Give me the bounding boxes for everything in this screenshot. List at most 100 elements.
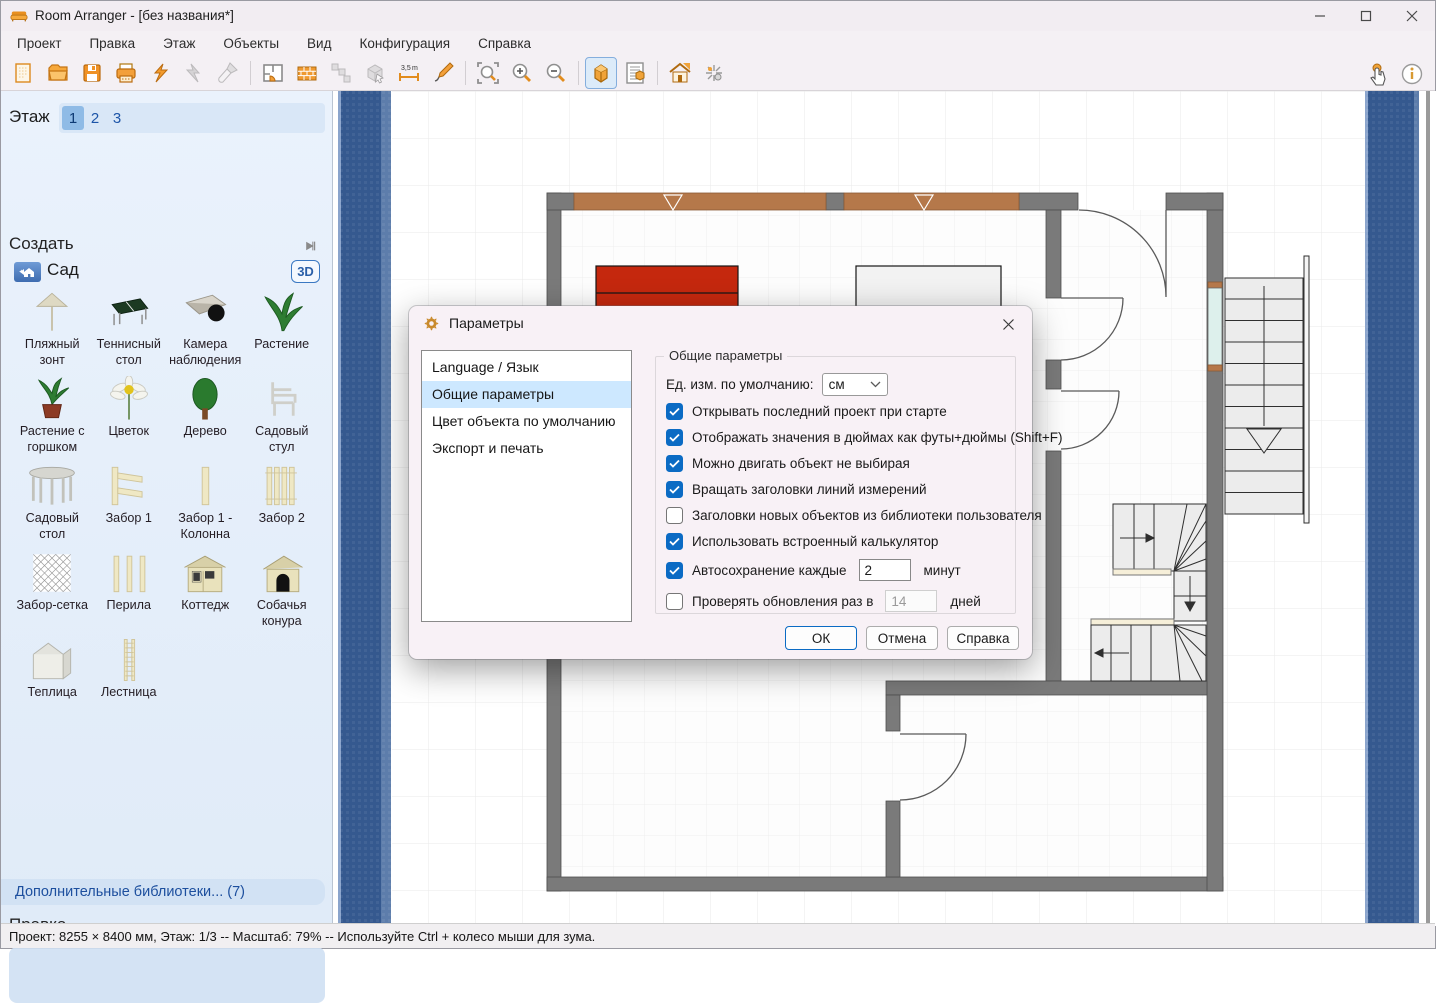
menu-item-1[interactable]: Правка: [75, 31, 149, 56]
library-item-16[interactable]: Теплица: [14, 637, 91, 701]
category-home-button[interactable]: [14, 262, 41, 282]
add-wall-button[interactable]: [291, 57, 323, 89]
zoom-fit-button[interactable]: [472, 57, 504, 89]
menu-item-5[interactable]: Конфигурация: [345, 31, 464, 56]
dialog-button-справка[interactable]: Справка: [947, 626, 1019, 650]
save-project-button[interactable]: [76, 57, 108, 89]
format-brush-button[interactable]: [212, 57, 244, 89]
add-room-button[interactable]: [257, 57, 289, 89]
option-input-6[interactable]: [858, 559, 911, 581]
library-item-6[interactable]: Дерево: [167, 376, 244, 455]
library-item-label: Забор 2: [258, 511, 305, 525]
option-row-3: Вращать заголовки линий измерений: [666, 481, 1009, 498]
checkbox-0[interactable]: [666, 403, 683, 420]
insert-object-button[interactable]: [359, 57, 391, 89]
print-button[interactable]: [110, 57, 142, 89]
dialog-title-bar[interactable]: Параметры: [409, 306, 1032, 342]
about-button[interactable]: [1396, 58, 1428, 90]
menu-item-6[interactable]: Справка: [464, 31, 545, 56]
walkthrough-3d-button[interactable]: [664, 57, 696, 89]
dialog-button-отмена[interactable]: Отмена: [866, 626, 938, 650]
checkbox-5[interactable]: [666, 533, 683, 550]
library-item-3[interactable]: Растение: [244, 289, 321, 368]
option-label-3: Вращать заголовки линий измерений: [692, 482, 927, 497]
library-item-2[interactable]: Камера наблюдения: [167, 289, 244, 368]
camera-thumbnail: [177, 289, 233, 335]
unit-combobox[interactable]: см: [821, 372, 888, 396]
home-icon: [18, 265, 38, 279]
library-item-11[interactable]: Забор 2: [244, 463, 321, 542]
checkbox-3[interactable]: [666, 481, 683, 498]
menu-item-0[interactable]: Проект: [3, 31, 75, 56]
insert-object-icon: [363, 61, 387, 85]
edit-points-button[interactable]: [325, 57, 357, 89]
staircase-straight[interactable]: [1224, 255, 1310, 524]
minimize-button[interactable]: [1297, 1, 1343, 31]
maximize-button[interactable]: [1343, 1, 1389, 31]
library-item-label: Камера наблюдения: [169, 337, 242, 367]
library-item-10[interactable]: Забор 1 - Колонна: [167, 463, 244, 542]
library-item-13[interactable]: Перила: [91, 550, 168, 629]
zoom-in-button[interactable]: [506, 57, 538, 89]
new-project-button[interactable]: [8, 57, 40, 89]
library-item-17[interactable]: Лестница: [91, 637, 168, 701]
tree-thumbnail: [177, 376, 233, 422]
measure-button[interactable]: [393, 57, 425, 89]
floor-tab-2[interactable]: 2: [84, 106, 106, 130]
checkbox-7[interactable]: [666, 592, 683, 610]
check-icon: [669, 485, 680, 494]
dialog-nav-item-3[interactable]: Экспорт и печать: [422, 435, 631, 462]
checkbox-6[interactable]: [666, 561, 683, 579]
menu-item-2[interactable]: Этаж: [149, 31, 209, 56]
draw-button[interactable]: [427, 57, 459, 89]
undo-button[interactable]: [144, 57, 176, 89]
view-3d-icon: [589, 61, 613, 85]
menu-item-3[interactable]: Объекты: [209, 31, 293, 56]
close-button[interactable]: [1389, 1, 1435, 31]
unit-row: Ед. изм. по умолчанию: см: [666, 371, 1009, 397]
library-item-12[interactable]: Забор-сетка: [14, 550, 91, 629]
library-item-15[interactable]: Собачья конура: [244, 550, 321, 629]
open-project-button[interactable]: [42, 57, 74, 89]
category-label[interactable]: Сад: [47, 260, 79, 280]
more-libraries-link[interactable]: Дополнительные библиотеки... (7): [1, 879, 325, 905]
dialog-close-button[interactable]: [994, 312, 1022, 336]
menu-item-4[interactable]: Вид: [293, 31, 345, 56]
floor-tab-3[interactable]: 3: [106, 106, 128, 130]
scrollbar-track[interactable]: [1426, 91, 1430, 926]
create-header: Создать: [9, 234, 74, 253]
library-item-14[interactable]: Коттедж: [167, 550, 244, 629]
library-item-0[interactable]: Пляжный зонт: [14, 289, 91, 368]
library-item-label: Лестница: [100, 685, 157, 699]
dialog-nav-item-0[interactable]: Language / Язык: [422, 354, 631, 381]
collapse-pin-icon[interactable]: [304, 239, 318, 253]
library-item-4[interactable]: Растение с горшком: [14, 376, 91, 455]
category-3d-button[interactable]: 3D: [291, 260, 320, 283]
library-item-1[interactable]: Теннисный стол: [91, 289, 168, 368]
checkbox-1[interactable]: [666, 429, 683, 446]
checkbox-2[interactable]: [666, 455, 683, 472]
canvas-margin-right: [1365, 91, 1419, 926]
dialog-nav-item-1[interactable]: Общие параметры: [422, 381, 631, 408]
library-item-9[interactable]: Забор 1: [91, 463, 168, 542]
touch-mode-button[interactable]: [1362, 58, 1394, 90]
library-item-8[interactable]: Садовый стол: [14, 463, 91, 542]
dialog-nav-item-2[interactable]: Цвет объекта по умолчанию: [422, 408, 631, 435]
report-button[interactable]: [619, 57, 651, 89]
view-3d-button[interactable]: [585, 57, 617, 89]
floor-tab-1[interactable]: 1: [62, 106, 84, 130]
library-item-5[interactable]: Цветок: [91, 376, 168, 455]
option-suffix-6: минут: [923, 562, 961, 578]
library-item-7[interactable]: Садовый стул: [244, 376, 321, 455]
zoom-out-button[interactable]: [540, 57, 572, 89]
library-item-label: Собачья конура: [256, 598, 307, 628]
dialog-button-ок[interactable]: ОК: [785, 626, 857, 650]
toolbar-main: [7, 57, 731, 89]
option-label-0: Открывать последний проект при старте: [692, 404, 947, 419]
explode-view-button[interactable]: [698, 57, 730, 89]
redo-button[interactable]: [178, 57, 210, 89]
add-wall-icon: [295, 61, 319, 85]
library-item-label: Растение: [254, 337, 310, 351]
option-input-7[interactable]: [885, 590, 938, 612]
checkbox-4[interactable]: [666, 507, 683, 524]
